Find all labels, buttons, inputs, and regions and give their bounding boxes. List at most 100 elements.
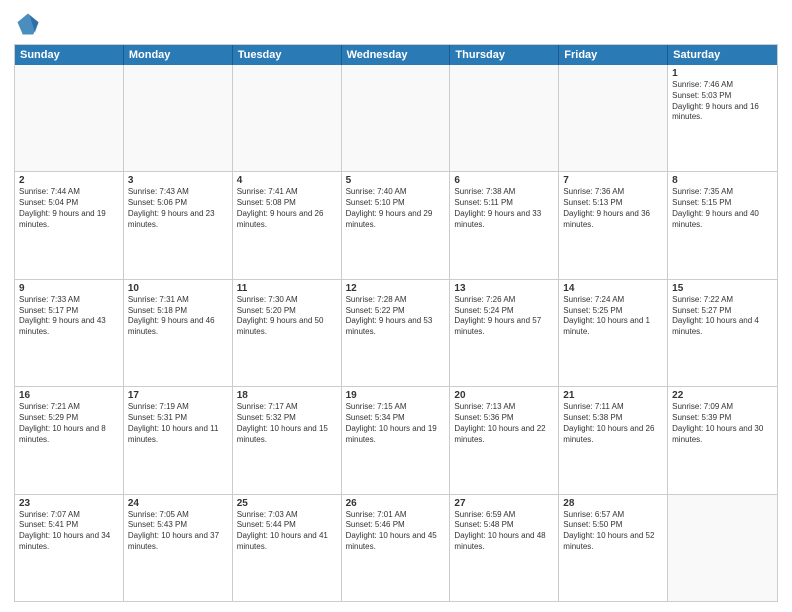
calendar-cell-0-6: 1Sunrise: 7:46 AM Sunset: 5:03 PM Daylig… (668, 65, 777, 171)
header-day-monday: Monday (124, 45, 233, 65)
day-info: Sunrise: 7:38 AM Sunset: 5:11 PM Dayligh… (454, 187, 554, 230)
day-info: Sunrise: 7:22 AM Sunset: 5:27 PM Dayligh… (672, 295, 773, 338)
header-day-wednesday: Wednesday (342, 45, 451, 65)
day-number: 28 (563, 498, 663, 509)
calendar-cell-3-1: 17Sunrise: 7:19 AM Sunset: 5:31 PM Dayli… (124, 387, 233, 493)
day-number: 26 (346, 498, 446, 509)
day-number: 9 (19, 283, 119, 294)
day-number: 10 (128, 283, 228, 294)
day-info: Sunrise: 7:28 AM Sunset: 5:22 PM Dayligh… (346, 295, 446, 338)
header (14, 10, 778, 38)
calendar-cell-4-0: 23Sunrise: 7:07 AM Sunset: 5:41 PM Dayli… (15, 495, 124, 601)
calendar-cell-3-5: 21Sunrise: 7:11 AM Sunset: 5:38 PM Dayli… (559, 387, 668, 493)
day-info: Sunrise: 7:44 AM Sunset: 5:04 PM Dayligh… (19, 187, 119, 230)
day-info: Sunrise: 7:36 AM Sunset: 5:13 PM Dayligh… (563, 187, 663, 230)
logo-icon (14, 10, 42, 38)
day-info: Sunrise: 6:57 AM Sunset: 5:50 PM Dayligh… (563, 510, 663, 553)
calendar-cell-0-0 (15, 65, 124, 171)
day-number: 2 (19, 175, 119, 186)
day-number: 25 (237, 498, 337, 509)
day-number: 22 (672, 390, 773, 401)
day-info: Sunrise: 7:30 AM Sunset: 5:20 PM Dayligh… (237, 295, 337, 338)
day-info: Sunrise: 7:05 AM Sunset: 5:43 PM Dayligh… (128, 510, 228, 553)
calendar-cell-3-2: 18Sunrise: 7:17 AM Sunset: 5:32 PM Dayli… (233, 387, 342, 493)
day-number: 18 (237, 390, 337, 401)
day-number: 14 (563, 283, 663, 294)
day-info: Sunrise: 7:35 AM Sunset: 5:15 PM Dayligh… (672, 187, 773, 230)
calendar-cell-3-4: 20Sunrise: 7:13 AM Sunset: 5:36 PM Dayli… (450, 387, 559, 493)
day-number: 12 (346, 283, 446, 294)
calendar-cell-4-3: 26Sunrise: 7:01 AM Sunset: 5:46 PM Dayli… (342, 495, 451, 601)
calendar-cell-1-5: 7Sunrise: 7:36 AM Sunset: 5:13 PM Daylig… (559, 172, 668, 278)
calendar-cell-1-4: 6Sunrise: 7:38 AM Sunset: 5:11 PM Daylig… (450, 172, 559, 278)
calendar-cell-2-5: 14Sunrise: 7:24 AM Sunset: 5:25 PM Dayli… (559, 280, 668, 386)
calendar-cell-1-6: 8Sunrise: 7:35 AM Sunset: 5:15 PM Daylig… (668, 172, 777, 278)
day-number: 19 (346, 390, 446, 401)
calendar-cell-0-5 (559, 65, 668, 171)
calendar-cell-2-3: 12Sunrise: 7:28 AM Sunset: 5:22 PM Dayli… (342, 280, 451, 386)
day-info: Sunrise: 7:13 AM Sunset: 5:36 PM Dayligh… (454, 402, 554, 445)
day-number: 7 (563, 175, 663, 186)
logo (14, 10, 46, 38)
calendar-cell-1-2: 4Sunrise: 7:41 AM Sunset: 5:08 PM Daylig… (233, 172, 342, 278)
calendar-cell-2-4: 13Sunrise: 7:26 AM Sunset: 5:24 PM Dayli… (450, 280, 559, 386)
day-number: 15 (672, 283, 773, 294)
calendar-row-0: 1Sunrise: 7:46 AM Sunset: 5:03 PM Daylig… (15, 65, 777, 171)
day-info: Sunrise: 7:01 AM Sunset: 5:46 PM Dayligh… (346, 510, 446, 553)
day-info: Sunrise: 7:24 AM Sunset: 5:25 PM Dayligh… (563, 295, 663, 338)
calendar-row-1: 2Sunrise: 7:44 AM Sunset: 5:04 PM Daylig… (15, 171, 777, 278)
calendar-cell-1-0: 2Sunrise: 7:44 AM Sunset: 5:04 PM Daylig… (15, 172, 124, 278)
day-number: 11 (237, 283, 337, 294)
calendar-cell-3-6: 22Sunrise: 7:09 AM Sunset: 5:39 PM Dayli… (668, 387, 777, 493)
day-info: Sunrise: 7:26 AM Sunset: 5:24 PM Dayligh… (454, 295, 554, 338)
day-info: Sunrise: 7:41 AM Sunset: 5:08 PM Dayligh… (237, 187, 337, 230)
day-info: Sunrise: 7:40 AM Sunset: 5:10 PM Dayligh… (346, 187, 446, 230)
calendar-body: 1Sunrise: 7:46 AM Sunset: 5:03 PM Daylig… (15, 65, 777, 601)
calendar-cell-0-1 (124, 65, 233, 171)
page: SundayMondayTuesdayWednesdayThursdayFrid… (0, 0, 792, 612)
day-number: 3 (128, 175, 228, 186)
calendar-row-3: 16Sunrise: 7:21 AM Sunset: 5:29 PM Dayli… (15, 386, 777, 493)
calendar-cell-2-6: 15Sunrise: 7:22 AM Sunset: 5:27 PM Dayli… (668, 280, 777, 386)
calendar-cell-4-4: 27Sunrise: 6:59 AM Sunset: 5:48 PM Dayli… (450, 495, 559, 601)
header-day-friday: Friday (559, 45, 668, 65)
day-number: 23 (19, 498, 119, 509)
calendar-row-2: 9Sunrise: 7:33 AM Sunset: 5:17 PM Daylig… (15, 279, 777, 386)
calendar-cell-2-0: 9Sunrise: 7:33 AM Sunset: 5:17 PM Daylig… (15, 280, 124, 386)
day-info: Sunrise: 7:09 AM Sunset: 5:39 PM Dayligh… (672, 402, 773, 445)
calendar-cell-0-3 (342, 65, 451, 171)
calendar-row-4: 23Sunrise: 7:07 AM Sunset: 5:41 PM Dayli… (15, 494, 777, 601)
day-info: Sunrise: 7:11 AM Sunset: 5:38 PM Dayligh… (563, 402, 663, 445)
day-info: Sunrise: 7:17 AM Sunset: 5:32 PM Dayligh… (237, 402, 337, 445)
day-info: Sunrise: 7:15 AM Sunset: 5:34 PM Dayligh… (346, 402, 446, 445)
day-number: 13 (454, 283, 554, 294)
day-info: Sunrise: 7:31 AM Sunset: 5:18 PM Dayligh… (128, 295, 228, 338)
header-day-thursday: Thursday (450, 45, 559, 65)
calendar-cell-2-1: 10Sunrise: 7:31 AM Sunset: 5:18 PM Dayli… (124, 280, 233, 386)
day-number: 8 (672, 175, 773, 186)
day-info: Sunrise: 6:59 AM Sunset: 5:48 PM Dayligh… (454, 510, 554, 553)
header-day-saturday: Saturday (668, 45, 777, 65)
day-number: 24 (128, 498, 228, 509)
day-info: Sunrise: 7:33 AM Sunset: 5:17 PM Dayligh… (19, 295, 119, 338)
calendar-cell-0-4 (450, 65, 559, 171)
day-number: 27 (454, 498, 554, 509)
day-info: Sunrise: 7:46 AM Sunset: 5:03 PM Dayligh… (672, 80, 773, 123)
day-number: 6 (454, 175, 554, 186)
calendar: SundayMondayTuesdayWednesdayThursdayFrid… (14, 44, 778, 602)
calendar-cell-4-5: 28Sunrise: 6:57 AM Sunset: 5:50 PM Dayli… (559, 495, 668, 601)
day-number: 1 (672, 68, 773, 79)
day-number: 20 (454, 390, 554, 401)
day-info: Sunrise: 7:21 AM Sunset: 5:29 PM Dayligh… (19, 402, 119, 445)
calendar-cell-4-1: 24Sunrise: 7:05 AM Sunset: 5:43 PM Dayli… (124, 495, 233, 601)
calendar-header: SundayMondayTuesdayWednesdayThursdayFrid… (15, 45, 777, 65)
day-info: Sunrise: 7:03 AM Sunset: 5:44 PM Dayligh… (237, 510, 337, 553)
calendar-cell-1-1: 3Sunrise: 7:43 AM Sunset: 5:06 PM Daylig… (124, 172, 233, 278)
calendar-cell-3-0: 16Sunrise: 7:21 AM Sunset: 5:29 PM Dayli… (15, 387, 124, 493)
header-day-sunday: Sunday (15, 45, 124, 65)
calendar-cell-4-6 (668, 495, 777, 601)
day-info: Sunrise: 7:07 AM Sunset: 5:41 PM Dayligh… (19, 510, 119, 553)
calendar-cell-2-2: 11Sunrise: 7:30 AM Sunset: 5:20 PM Dayli… (233, 280, 342, 386)
calendar-cell-0-2 (233, 65, 342, 171)
header-day-tuesday: Tuesday (233, 45, 342, 65)
